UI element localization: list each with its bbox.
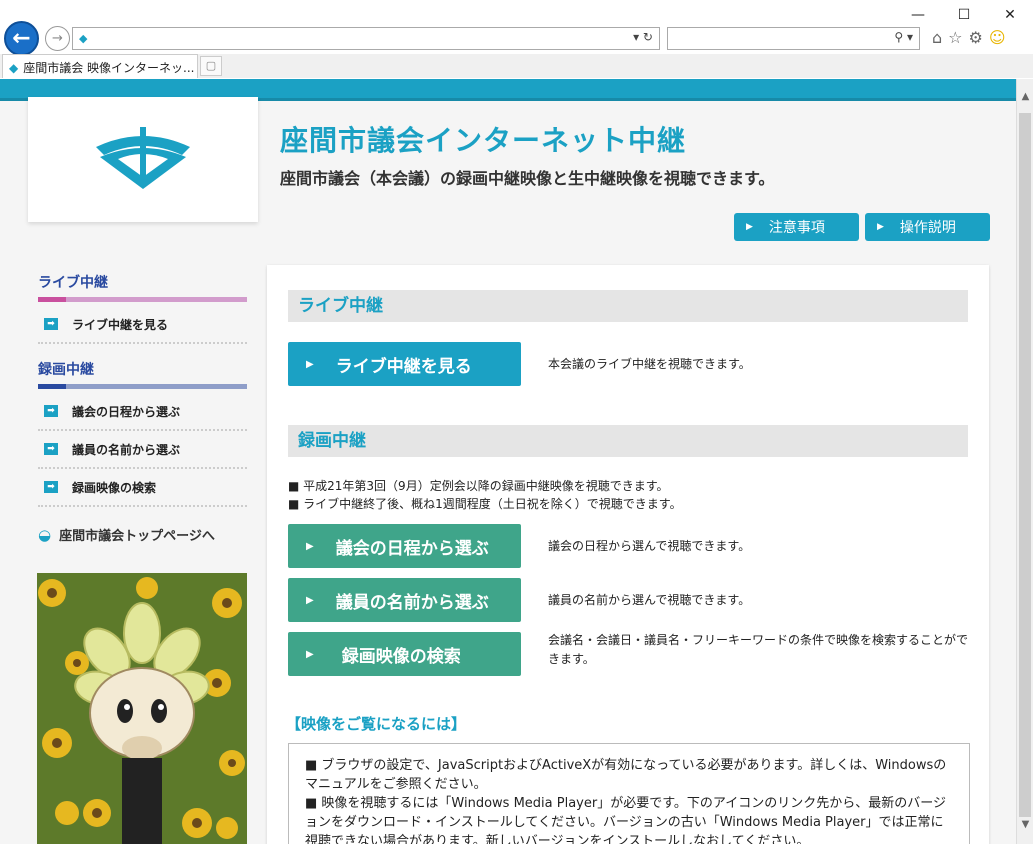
select-by-member-button[interactable]: ▶ 議員の名前から選ぶ bbox=[288, 578, 521, 622]
vertical-scrollbar[interactable]: ▲ ▼ bbox=[1016, 79, 1033, 844]
arrow-right-icon: ➡ bbox=[44, 481, 58, 493]
schedule-description: 議会の日程から選んで視聴できます。 bbox=[548, 539, 751, 553]
sidebar-heading-recorded: 録画中継 bbox=[38, 362, 94, 378]
refresh-icon[interactable]: ▾ ↻ bbox=[633, 30, 653, 44]
forward-button[interactable]: → bbox=[45, 26, 70, 51]
site-logo[interactable] bbox=[28, 97, 258, 222]
arrow-right-icon: ➡ bbox=[44, 318, 58, 330]
maximize-button[interactable]: ☐ bbox=[941, 0, 987, 30]
favorites-star-icon[interactable]: ☆ bbox=[948, 28, 962, 47]
arrow-right-icon: → bbox=[52, 31, 63, 46]
back-button[interactable]: ← bbox=[4, 21, 39, 56]
scroll-down-icon[interactable]: ▼ bbox=[1017, 819, 1033, 830]
triangle-right-icon: ▶ bbox=[306, 358, 314, 370]
sidebar-item-live[interactable]: ➡ ライブ中継を見る bbox=[38, 306, 247, 344]
recorded-note: ■ 平成21年第3回（9月）定例会以降の録画中継映像を視聴できます。 bbox=[288, 479, 669, 493]
select-by-schedule-button[interactable]: ▶ 議会の日程から選ぶ bbox=[288, 524, 521, 568]
sidebar-item-member[interactable]: ➡ 議員の名前から選ぶ bbox=[38, 431, 247, 469]
search-video-button[interactable]: ▶ 録画映像の検索 bbox=[288, 632, 521, 676]
triangle-right-icon: ▶ bbox=[306, 648, 314, 660]
zama-emblem-icon: ◒ bbox=[38, 525, 52, 544]
site-favicon-icon: ◆ bbox=[79, 32, 88, 45]
member-description: 議員の名前から選んで視聴できます。 bbox=[548, 593, 751, 607]
sidebar: ライブ中継 ➡ ライブ中継を見る 録画中継 ➡ 議会の日程から選ぶ ➡ 議員の名前から… bbox=[38, 269, 247, 544]
section-header-recorded: 録画中継 bbox=[288, 425, 968, 457]
recorded-note: ■ ライブ中継終了後、概ね1週間程度（土日祝を除く）で視聴できます。 bbox=[288, 497, 682, 511]
scroll-up-icon[interactable]: ▲ bbox=[1017, 91, 1033, 102]
arrow-right-icon: ➡ bbox=[44, 443, 58, 455]
tab-active[interactable]: ◆ 座間市議会 映像インターネッ... bbox=[2, 54, 198, 78]
triangle-right-icon: ▶ bbox=[877, 222, 884, 232]
mascot-sunflower-image bbox=[37, 573, 247, 844]
triangle-right-icon: ▶ bbox=[746, 222, 753, 232]
sidebar-item-schedule[interactable]: ➡ 議会の日程から選ぶ bbox=[38, 393, 247, 431]
search-input[interactable]: ⚲ ▾ bbox=[667, 27, 920, 50]
watch-live-button[interactable]: ▶ ライブ中継を見る bbox=[288, 342, 521, 386]
gear-icon[interactable]: ⚙ bbox=[969, 28, 983, 47]
page-title: 座間市議会インターネット中継 bbox=[280, 124, 687, 157]
tab-favicon-icon: ◆ bbox=[9, 61, 19, 75]
zama-emblem-icon bbox=[96, 127, 190, 189]
tab-bar: ◆ 座間市議会 映像インターネッ... ▢ bbox=[0, 54, 1033, 78]
instructions-button[interactable]: ▶ 操作説明 bbox=[865, 213, 990, 241]
home-icon[interactable]: ⌂ bbox=[932, 28, 942, 47]
browser-tools: ⌂ ☆ ⚙ ☺ bbox=[932, 28, 1006, 47]
window-controls: — ☐ ✕ bbox=[895, 0, 1033, 30]
triangle-right-icon: ▶ bbox=[306, 540, 314, 552]
sidebar-heading-live: ライブ中継 bbox=[38, 275, 108, 291]
sidebar-item-search[interactable]: ➡ 録画映像の検索 bbox=[38, 469, 247, 507]
smiley-icon[interactable]: ☺ bbox=[989, 28, 1006, 47]
tab-title: 座間市議会 映像インターネッ... bbox=[23, 61, 195, 75]
requirement-line: ■ 映像を視聴するには「Windows Media Player」が必要です。下… bbox=[305, 796, 946, 844]
main-panel: ライブ中継 ▶ ライブ中継を見る 本会議のライブ中継を視聴できます。 録画中継 ■… bbox=[267, 265, 989, 844]
arrow-left-icon: ← bbox=[12, 26, 31, 51]
new-tab-button[interactable]: ▢ bbox=[200, 56, 222, 76]
section-header-live: ライブ中継 bbox=[288, 290, 968, 322]
arrow-right-icon: ➡ bbox=[44, 405, 58, 417]
live-description: 本会議のライブ中継を視聴できます。 bbox=[548, 357, 751, 371]
search-icon[interactable]: ⚲ ▾ bbox=[894, 30, 913, 44]
council-top-link[interactable]: ◒ 座間市議会トップページへ bbox=[38, 525, 247, 545]
viewing-requirements-box: ■ ブラウザの設定で、JavaScriptおよびActiveXが有効になっている… bbox=[288, 743, 970, 844]
page-content: 座間市議会インターネット中継 座間市議会（本会議）の録画中継映像と生中継映像を視… bbox=[0, 79, 1016, 844]
minimize-button[interactable]: — bbox=[895, 0, 941, 30]
search-description: 会議名・会議日・議員名・フリーキーワードの条件で映像を検索することができます。 bbox=[548, 633, 969, 666]
sidebar-divider bbox=[38, 297, 247, 302]
viewing-requirements-title: 【映像をご覧になるには】 bbox=[286, 715, 467, 733]
scrollbar-thumb[interactable] bbox=[1019, 113, 1031, 817]
page-subtitle: 座間市議会（本会議）の録画中継映像と生中継映像を視聴できます。 bbox=[280, 169, 775, 188]
sidebar-divider bbox=[38, 384, 247, 389]
mascot-photo bbox=[37, 573, 247, 844]
requirement-line: ■ ブラウザの設定で、JavaScriptおよびActiveXが有効になっている… bbox=[305, 758, 947, 792]
address-bar[interactable]: ◆ ▾ ↻ bbox=[72, 27, 660, 50]
notice-button[interactable]: ▶ 注意事項 bbox=[734, 213, 859, 241]
close-button[interactable]: ✕ bbox=[987, 0, 1033, 30]
triangle-right-icon: ▶ bbox=[306, 594, 314, 606]
browser-chrome: — ☐ ✕ ← → ◆ ▾ ↻ ⚲ ▾ ⌂ ☆ ⚙ ☺ ◆ 座間市議会 映像インタ… bbox=[0, 0, 1033, 78]
